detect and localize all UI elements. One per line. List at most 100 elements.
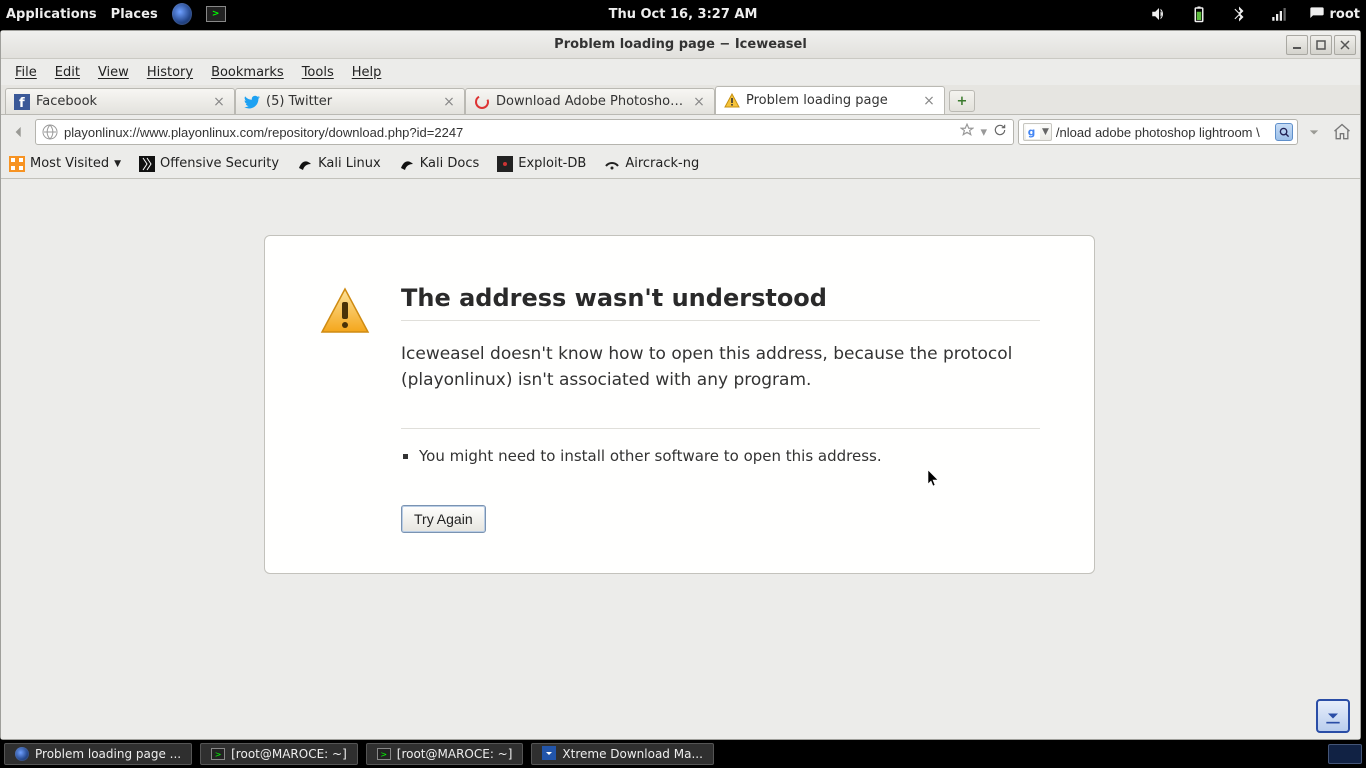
bookmark-label: Aircrack-ng xyxy=(625,156,699,171)
error-description: Iceweasel doesn't know how to open this … xyxy=(401,341,1040,394)
task-label: Xtreme Download Ma... xyxy=(562,747,702,761)
minimize-button[interactable] xyxy=(1286,35,1308,55)
error-card: The address wasn't understood Iceweasel … xyxy=(264,235,1095,574)
terminal-icon: > xyxy=(377,748,391,760)
bookmark-label: Exploit-DB xyxy=(518,156,586,171)
warning-icon xyxy=(319,286,371,338)
network-icon[interactable] xyxy=(1269,4,1289,24)
task-label: [root@MAROCE: ~] xyxy=(397,747,513,761)
close-icon[interactable]: × xyxy=(922,94,936,108)
menu-bookmarks[interactable]: Bookmarks xyxy=(203,62,292,83)
iceweasel-launcher-icon[interactable] xyxy=(172,4,192,24)
maximize-button[interactable] xyxy=(1310,35,1332,55)
facebook-icon: f xyxy=(14,94,30,110)
menu-file[interactable]: File xyxy=(7,62,45,83)
loading-icon xyxy=(474,94,490,110)
home-button[interactable] xyxy=(1330,120,1354,144)
gnome-top-panel: Applications Places > Thu Oct 16, 3:27 A… xyxy=(0,0,1366,28)
tab-facebook[interactable]: f Facebook × xyxy=(5,88,235,114)
gnome-bottom-panel: Problem loading page ... > [root@MAROCE:… xyxy=(0,740,1366,768)
task-label: [root@MAROCE: ~] xyxy=(231,747,347,761)
applications-menu[interactable]: Applications xyxy=(6,7,97,22)
search-box[interactable]: g ▼ xyxy=(1018,119,1298,145)
xdm-icon xyxy=(542,746,556,763)
twitter-icon xyxy=(244,94,260,110)
aircrack-icon xyxy=(604,156,620,172)
menu-tools[interactable]: Tools xyxy=(294,62,342,83)
terminal-launcher-icon[interactable]: > xyxy=(206,4,226,24)
menu-bar: File Edit View History Bookmarks Tools H… xyxy=(1,59,1360,85)
window-title: Problem loading page − Iceweasel xyxy=(554,37,807,52)
task-terminal-2[interactable]: > [root@MAROCE: ~] xyxy=(366,743,524,765)
close-icon[interactable]: × xyxy=(442,95,456,109)
battery-icon[interactable] xyxy=(1189,4,1209,24)
task-xdm[interactable]: Xtreme Download Ma... xyxy=(531,743,713,765)
kali-icon xyxy=(297,156,313,172)
task-iceweasel[interactable]: Problem loading page ... xyxy=(4,743,192,765)
most-visited-icon xyxy=(9,156,25,172)
workspace-switcher[interactable] xyxy=(1328,744,1362,764)
task-terminal-1[interactable]: > [root@MAROCE: ~] xyxy=(200,743,358,765)
search-go-button[interactable] xyxy=(1275,123,1293,141)
new-tab-button[interactable]: + xyxy=(949,90,975,112)
bookmark-label: Kali Docs xyxy=(420,156,480,171)
reload-icon[interactable] xyxy=(993,123,1007,141)
nav-bar: ▾ g ▼ xyxy=(1,115,1360,149)
bookmark-star-icon[interactable] xyxy=(960,123,974,141)
search-input[interactable] xyxy=(1056,125,1271,140)
title-bar[interactable]: Problem loading page − Iceweasel xyxy=(1,31,1360,59)
kali-icon xyxy=(399,156,415,172)
warning-icon xyxy=(724,93,740,109)
bookmark-aircrack[interactable]: Aircrack-ng xyxy=(604,156,699,172)
menu-help[interactable]: Help xyxy=(344,62,390,83)
tab-label: (5) Twitter xyxy=(266,94,436,109)
bookmarks-toolbar: Most Visited ▼ Offensive Security Kali L… xyxy=(1,149,1360,179)
bookmark-label: Most Visited xyxy=(30,156,109,171)
content-area: The address wasn't understood Iceweasel … xyxy=(1,179,1360,739)
bookmark-offensive-security[interactable]: Offensive Security xyxy=(139,156,279,172)
tab-label: Facebook xyxy=(36,94,206,109)
tab-error-active[interactable]: Problem loading page × xyxy=(715,86,945,114)
exploitdb-icon xyxy=(497,156,513,172)
terminal-icon: > xyxy=(211,748,225,760)
bookmark-kali-docs[interactable]: Kali Docs xyxy=(399,156,480,172)
tab-adobe[interactable]: Download Adobe Photoshop... × xyxy=(465,88,715,114)
menu-view[interactable]: View xyxy=(90,62,137,83)
volume-icon[interactable] xyxy=(1149,4,1169,24)
user-menu[interactable]: root xyxy=(1309,6,1361,22)
url-input[interactable] xyxy=(64,125,954,140)
bluetooth-icon[interactable] xyxy=(1229,4,1249,24)
bookmark-kali-linux[interactable]: Kali Linux xyxy=(297,156,381,172)
menu-history[interactable]: History xyxy=(139,62,201,83)
clock[interactable]: Thu Oct 16, 3:27 AM xyxy=(609,7,758,22)
url-bar[interactable]: ▾ xyxy=(35,119,1014,145)
places-menu[interactable]: Places xyxy=(111,7,158,22)
back-button[interactable] xyxy=(7,120,31,144)
tab-twitter[interactable]: (5) Twitter × xyxy=(235,88,465,114)
tab-label: Problem loading page xyxy=(746,93,916,108)
chevron-down-icon: ▼ xyxy=(114,159,121,169)
search-engine-selector[interactable]: g ▼ xyxy=(1023,123,1052,141)
close-icon[interactable]: × xyxy=(692,95,706,109)
task-label: Problem loading page ... xyxy=(35,747,181,761)
svg-text:f: f xyxy=(19,96,25,110)
iceweasel-icon xyxy=(15,747,29,761)
divider xyxy=(401,320,1040,321)
svg-text:g: g xyxy=(1028,127,1036,139)
site-identity-icon[interactable] xyxy=(42,124,58,140)
download-indicator[interactable] xyxy=(1316,699,1350,733)
tab-bar: f Facebook × (5) Twitter × Download Adob… xyxy=(1,85,1360,115)
close-button[interactable] xyxy=(1334,35,1356,55)
error-suggestion-list: You might need to install other software… xyxy=(401,428,1040,465)
bookmark-most-visited[interactable]: Most Visited ▼ xyxy=(9,156,121,172)
downloads-button[interactable] xyxy=(1302,120,1326,144)
bookmark-label: Kali Linux xyxy=(318,156,381,171)
dropdown-icon[interactable]: ▾ xyxy=(980,125,987,140)
bookmark-exploit-db[interactable]: Exploit-DB xyxy=(497,156,586,172)
error-title: The address wasn't understood xyxy=(401,284,1040,312)
tab-label: Download Adobe Photoshop... xyxy=(496,94,686,109)
close-icon[interactable]: × xyxy=(212,95,226,109)
try-again-button[interactable]: Try Again xyxy=(401,505,486,533)
bookmark-label: Offensive Security xyxy=(160,156,279,171)
menu-edit[interactable]: Edit xyxy=(47,62,88,83)
